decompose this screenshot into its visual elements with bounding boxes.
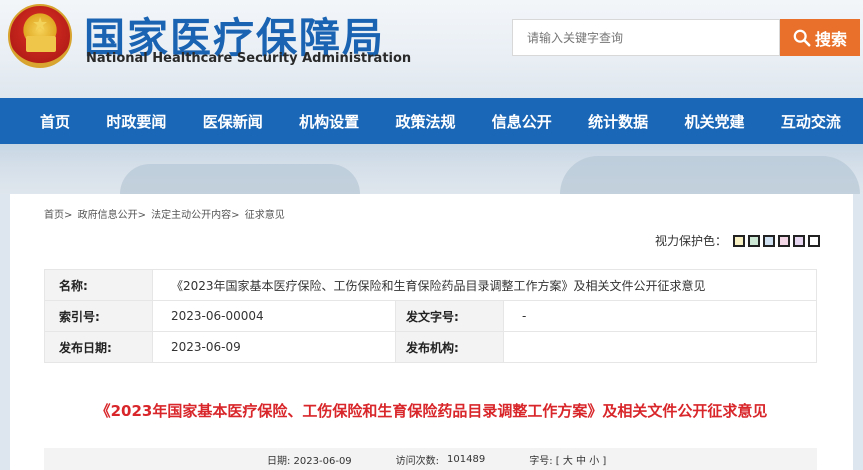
search-button-label: 搜索 (814, 29, 847, 49)
search-box (512, 19, 780, 56)
color-swatch-blue[interactable] (763, 234, 776, 247)
doc-number-value: - (503, 300, 817, 332)
search-icon (793, 29, 811, 46)
breadcrumb-statutory[interactable]: 法定主动公开内容> (151, 210, 239, 221)
search-input[interactable] (513, 20, 779, 55)
index-value: 2023-06-00004 (152, 300, 396, 332)
breadcrumb-home[interactable]: 首页> (44, 210, 72, 221)
index-label: 索引号: (44, 300, 153, 332)
article-date: 日期: 2023-06-09 (267, 455, 352, 467)
site-title-en: National Healthcare Security Administrat… (86, 51, 412, 66)
color-swatch-pink[interactable] (778, 234, 791, 247)
font-size-control[interactable]: 字号: [ 大 中 小 ] (529, 452, 606, 467)
color-swatch-white[interactable] (808, 234, 821, 247)
main-nav: 首页 时政要闻 医保新闻 机构设置 政策法规 信息公开 统计数据 机关党建 互动… (0, 98, 863, 144)
table-row: 发布日期: 2023-06-09 发布机构: (44, 331, 817, 363)
color-swatch-green[interactable] (748, 234, 761, 247)
national-emblem-logo[interactable]: ★ (8, 4, 72, 68)
table-row: 名称: 《2023年国家基本医疗保险、工伤保险和生育保险药品目录调整工作方案》及… (44, 269, 817, 301)
document-metadata-table: 名称: 《2023年国家基本医疗保险、工伤保险和生育保险药品目录调整工作方案》及… (44, 269, 817, 363)
breadcrumb: 首页> 政府信息公开> 法定主动公开内容> 征求意见 (44, 206, 287, 221)
nav-item-healthcare-news[interactable]: 医保新闻 (203, 111, 263, 132)
site-header: ★ 国家医疗保障局 National Healthcare Security A… (0, 0, 863, 98)
eye-protection-color-picker: 视力保护色： (655, 232, 821, 249)
search-button[interactable]: 搜索 (780, 19, 860, 56)
article-info-bar: 日期: 2023-06-09 访问次数: 101489 字号: [ 大 中 小 … (44, 448, 817, 470)
nav-item-disclosure[interactable]: 信息公开 (492, 111, 552, 132)
nav-item-party[interactable]: 机关党建 (685, 111, 745, 132)
nav-item-statistics[interactable]: 统计数据 (588, 111, 648, 132)
nav-item-home[interactable]: 首页 (40, 111, 70, 132)
publisher-label: 发布机构: (395, 331, 504, 363)
publish-date-label: 发布日期: (44, 331, 153, 363)
landscape-banner (0, 144, 863, 194)
breadcrumb-consultation[interactable]: 征求意见 (245, 210, 285, 221)
nav-item-interaction[interactable]: 互动交流 (781, 111, 841, 132)
eye-protection-label: 视力保护色： (655, 234, 728, 248)
views-value: 101489 (447, 453, 486, 465)
breadcrumb-disclosure[interactable]: 政府信息公开> (78, 210, 146, 221)
publish-date-value: 2023-06-09 (152, 331, 396, 363)
publisher-value (503, 331, 817, 363)
article-title: 《2023年国家基本医疗保险、工伤保险和生育保险药品目录调整工作方案》及相关文件… (95, 402, 768, 420)
name-value: 《2023年国家基本医疗保险、工伤保险和生育保险药品目录调整工作方案》及相关文件… (152, 269, 817, 301)
nav-item-news[interactable]: 时政要闻 (106, 111, 166, 132)
views-label: 访问次数: (395, 455, 440, 467)
nav-item-policy[interactable]: 政策法规 (395, 111, 455, 132)
doc-number-label: 发文字号: (395, 300, 504, 332)
color-swatch-purple[interactable] (793, 234, 806, 247)
name-label: 名称: (44, 269, 153, 301)
content-panel: 首页> 政府信息公开> 法定主动公开内容> 征求意见 视力保护色： 名称: 《2… (10, 194, 853, 470)
nav-item-organization[interactable]: 机构设置 (299, 111, 359, 132)
color-swatch-yellow[interactable] (733, 234, 746, 247)
table-row: 索引号: 2023-06-00004 发文字号: - (44, 300, 817, 332)
